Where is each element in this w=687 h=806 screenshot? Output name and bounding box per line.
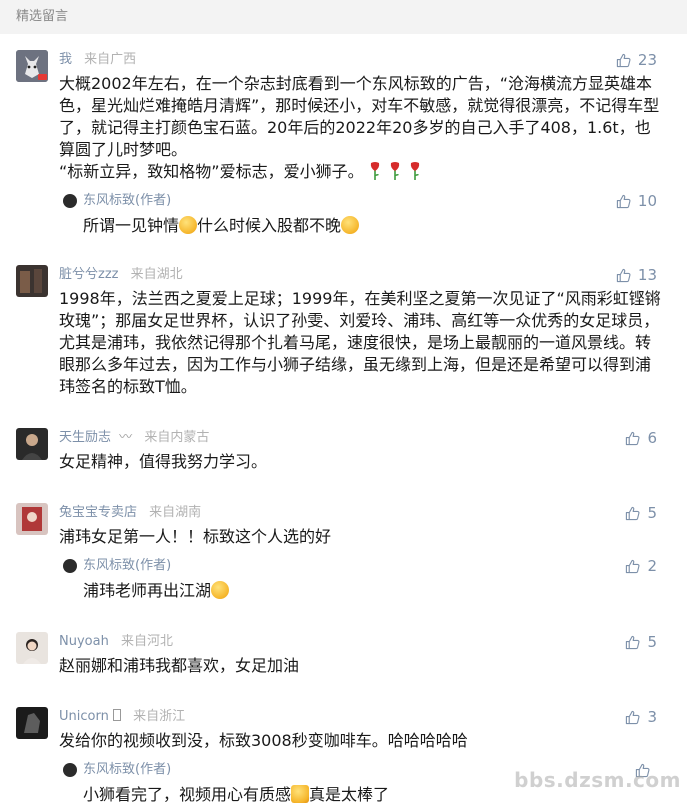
like-button[interactable]: 10 [616,191,657,211]
wave-icon: 〰 [119,430,133,445]
section-title: 精选留言 [16,9,69,24]
like-count: 10 [637,192,657,210]
smirk-emoji-icon [179,216,198,234]
thumbs-up-emoji-icon [291,785,310,803]
sunglasses-emoji-icon [211,581,230,599]
commenter-region: 来自湖北 [130,267,183,282]
commenter-name[interactable]: 我 [59,52,72,67]
commenter-region: 来自河北 [120,634,173,649]
comment-item: 脏兮兮zzz 来自湖北 13 1998年，法兰西之夏爱上足球；1999年，在美利… [0,265,687,398]
comment-text: 发给你的视频收到没，标致3008秒变咖啡车。哈哈哈哈哈 [59,731,468,750]
author-badge-icon [63,763,77,777]
reply-meta: 东风标致(作者) [59,191,671,211]
like-button[interactable]: 5 [625,503,657,523]
reply-text-part: 浦玮老师再出江湖 [83,581,212,600]
comment-meta: Nuyoah 来自河北 [59,632,671,652]
avatar[interactable] [16,265,48,297]
comment-meta: 兔宝宝专卖店 来自湖南 [59,503,671,523]
comment-text: 赵丽娜和浦玮我都喜欢，女足加油 [59,656,300,675]
author-reply: 东风标致(作者) 10 所谓一见钟情 什么时候入股都不晚 [59,191,671,237]
comment-item: 兔宝宝专卖店 来自湖南 5 浦玮女足第一人！！标致这个人选的好 东风标致(作者)… [0,503,687,602]
author-name[interactable]: 东风标致(作者) [83,762,171,777]
like-button[interactable]: 3 [625,707,657,727]
comment-text-paragraph: 大概2002年左右，在一个杂志封底看到一个东风标致的广告，“沧海横流方显英雄本色… [59,74,660,159]
comment-text-slogan: “标新立异，致知格物”爱标志，爱小狮子。 [59,162,364,181]
commenter-name[interactable]: 兔宝宝专卖店 [59,505,137,520]
thumbs-up-icon [616,194,631,209]
commenter-name[interactable]: 天生励志 [59,430,111,445]
comment-item: 天生励志 〰 来自内蒙古 6 女足精神，值得我努力学习。 [0,428,687,473]
unknown-glyph-icon [112,709,121,721]
commenter-region: 来自内蒙古 [144,430,210,445]
comment-item: 我 来自广西 23 大概2002年左右，在一个杂志封底看到一个东风标致的广告，“… [0,50,687,237]
like-count: 5 [647,504,657,522]
avatar[interactable] [16,503,48,535]
like-count: 23 [637,51,657,69]
avatar[interactable] [16,50,48,82]
comment-text: 大概2002年左右，在一个杂志封底看到一个东风标致的广告，“沧海横流方显英雄本色… [59,73,671,183]
thumbs-up-icon [625,431,640,446]
like-count: 13 [637,266,657,284]
rose-emoji-icon [410,162,419,180]
reply-text-part: 小狮看完了，视频用心有质感 [83,785,292,804]
author-name[interactable]: 东风标致(作者) [83,558,171,573]
reply-text-part: 所谓一见钟情 [83,216,180,235]
like-count: 5 [647,633,657,651]
author-badge-icon [63,559,77,573]
like-count: 2 [647,557,657,575]
comment-meta: 脏兮兮zzz 来自湖北 [59,265,671,285]
comment-meta: 我 来自广西 [59,50,671,70]
thumbs-up-icon [625,635,640,650]
commenter-region: 来自广西 [84,52,137,67]
thumbs-up-icon [625,710,640,725]
author-badge-icon [63,194,77,208]
commenter-region: 来自湖南 [149,505,202,520]
comment-item: Nuyoah 来自河北 5 赵丽娜和浦玮我都喜欢，女足加油 [0,632,687,677]
like-button[interactable]: 23 [616,50,657,70]
commenter-region: 来自浙江 [133,709,186,724]
avatar[interactable] [16,428,48,460]
reply-text: 所谓一见钟情 什么时候入股都不晚 [59,215,671,237]
thumbs-up-icon [625,506,640,521]
watermark: bbs.dzsm.com [514,768,681,792]
comment-meta: Unicorn 来自浙江 [59,707,671,727]
like-count: 6 [647,429,657,447]
comment-text-paragraph: “标新立异，致知格物”爱标志，爱小狮子。 [59,161,665,183]
comment-text: 浦玮女足第一人！！标致这个人选的好 [59,527,332,546]
thumbs-up-icon [625,559,640,574]
like-button[interactable]: 2 [625,556,657,576]
author-name[interactable]: 东风标致(作者) [83,193,171,208]
like-button[interactable]: 6 [625,428,657,448]
reply-text-part: 真是太棒了 [309,785,390,804]
reply-meta: 东风标致(作者) [59,556,671,576]
author-reply: 东风标致(作者) 2 浦玮老师再出江湖 [59,556,671,602]
avatar[interactable] [16,707,48,739]
thumbs-up-icon [616,268,631,283]
shush-emoji-icon [341,216,360,234]
comment-meta: 天生励志 〰 来自内蒙古 [59,428,671,448]
avatar[interactable] [16,632,48,664]
rose-emoji-icon [370,162,379,180]
commenter-name[interactable]: Nuyoah [59,634,109,649]
commenter-name[interactable]: 脏兮兮zzz [59,267,118,282]
section-header: 精选留言 [0,0,687,34]
like-button[interactable]: 5 [625,632,657,652]
thumbs-up-icon [616,53,631,68]
commenter-name[interactable]: Unicorn [59,709,109,724]
like-count: 3 [647,708,657,726]
comment-text: 1998年，法兰西之夏爱上足球；1999年，在美利坚之夏第一次见证了“风雨彩虹铿… [59,289,661,396]
reply-text-part: 什么时候入股都不晚 [197,216,342,235]
like-button[interactable]: 13 [616,265,657,285]
comment-text: 女足精神，值得我努力学习。 [59,452,268,471]
reply-text: 浦玮老师再出江湖 [59,580,671,602]
rose-emoji-icon [390,162,399,180]
